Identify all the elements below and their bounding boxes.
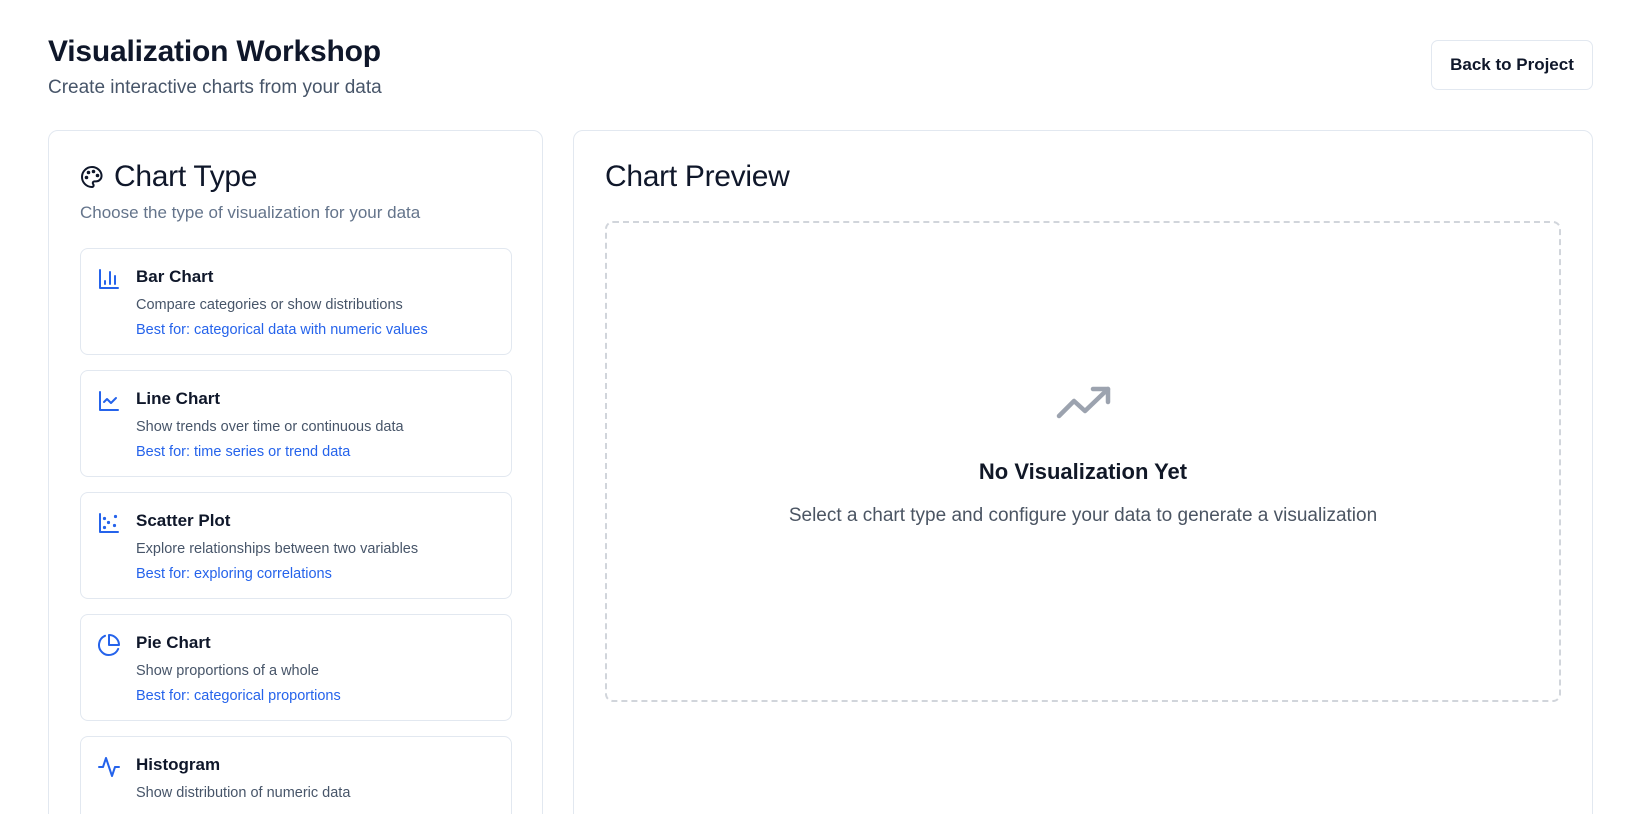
chart-preview-heading: Chart Preview [605,159,790,195]
chart-option-name: Histogram [136,755,221,774]
line-chart-icon [99,391,119,411]
empty-state-description: Select a chart type and configure your d… [788,505,1378,526]
empty-state-title: No Visualization Yet [978,459,1188,484]
chart-type-panel: Chart Type Choose the type of visualizat… [48,130,543,814]
scatter-plot-icon [99,513,119,533]
chart-option-best-for: Best for: categorical data with numeric … [136,322,428,338]
chart-option-description: Show proportions of a whole [136,663,319,679]
page-header: Visualization Workshop Create interactiv… [48,32,382,100]
chart-option-description: Compare categories or show distributions [136,297,403,313]
back-to-project-button[interactable]: Back to Project [1431,40,1593,90]
chart-preview-area: No Visualization Yet Select a chart type… [605,221,1561,702]
chart-type-description: Choose the type of visualization for you… [80,203,421,222]
chart-option-best-for: Best for: categorical proportions [136,688,341,704]
chart-option-name: Line Chart [136,389,221,408]
chart-preview-title: Chart Preview [605,160,790,193]
chart-option-name: Scatter Plot [136,511,231,530]
trending-up-icon [1056,386,1111,419]
pie-chart-icon [98,634,120,656]
chart-option-name: Bar Chart [136,267,214,286]
chart-option-histogram[interactable]: Histogram Show distribution of numeric d… [80,736,512,814]
bar-chart-icon [99,269,119,289]
palette-icon [81,166,103,188]
chart-option-pie[interactable]: Pie Chart Show proportions of a whole Be… [80,614,512,721]
chart-type-heading: Chart Type [80,159,258,195]
chart-type-title: Chart Type [114,160,258,193]
chart-option-best-for: Best for: time series or trend data [136,444,351,460]
chart-option-description: Show trends over time or continuous data [136,419,404,435]
page-subtitle: Create interactive charts from your data [48,77,382,98]
activity-icon [98,757,120,777]
page-title: Visualization Workshop [48,35,381,68]
chart-option-bar[interactable]: Bar Chart Compare categories or show dis… [80,248,512,355]
chart-option-description: Show distribution of numeric data [136,785,351,801]
chart-option-description: Explore relationships between two variab… [136,541,419,557]
chart-preview-panel: Chart Preview No Visualization Yet Selec… [573,130,1593,814]
chart-option-name: Pie Chart [136,633,211,652]
chart-option-line[interactable]: Line Chart Show trends over time or cont… [80,370,512,477]
chart-option-best-for: Best for: exploring correlations [136,566,332,582]
visualization-workshop-page: Visualization Workshop Create interactiv… [0,0,1647,814]
chart-option-scatter[interactable]: Scatter Plot Explore relationships betwe… [80,492,512,599]
